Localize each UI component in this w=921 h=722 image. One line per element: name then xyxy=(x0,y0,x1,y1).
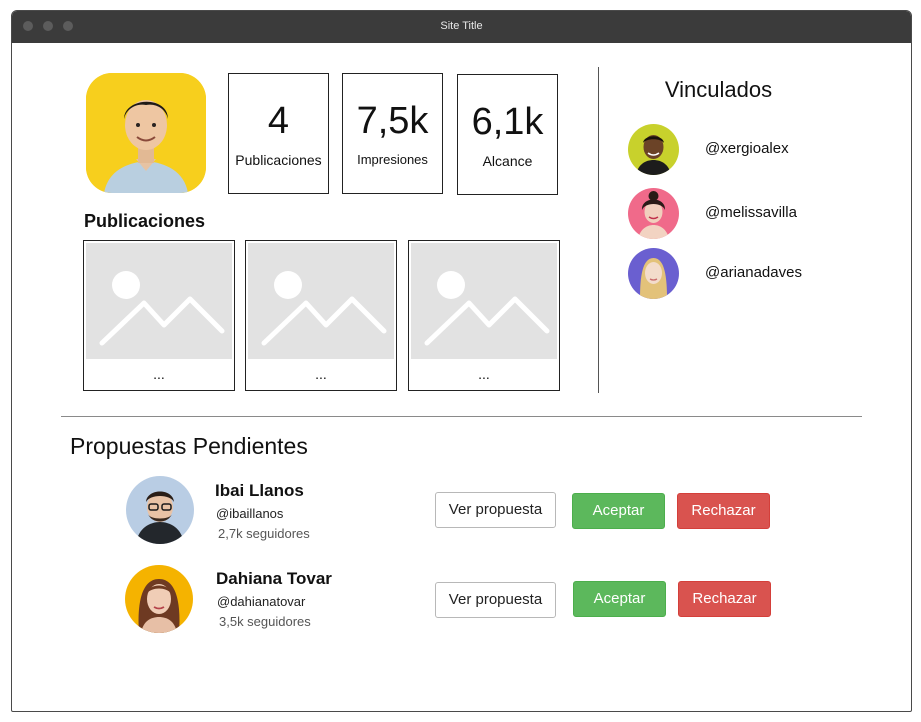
image-placeholder-icon xyxy=(248,243,394,359)
linked-user-handle: @melissavilla xyxy=(705,204,797,221)
accept-button[interactable]: Aceptar xyxy=(573,581,666,617)
vertical-divider xyxy=(598,67,599,393)
proposal-handle: @dahianatovar xyxy=(217,594,306,609)
person-avatar-icon xyxy=(125,565,193,633)
avatar xyxy=(628,188,679,239)
stat-label: Alcance xyxy=(482,153,533,169)
proposals-heading: Propuestas Pendientes xyxy=(70,433,308,459)
publications-heading: Publicaciones xyxy=(84,211,206,231)
proposal-followers: 3,5k seguidores xyxy=(219,614,311,629)
publication-card[interactable]: ... xyxy=(408,240,560,391)
avatar xyxy=(628,248,679,299)
publication-caption: ... xyxy=(153,366,165,382)
window-title: Site Title xyxy=(440,20,483,32)
person-avatar-icon xyxy=(628,188,679,239)
image-placeholder-icon xyxy=(86,243,232,359)
linked-user-handle: @xergioalex xyxy=(705,140,789,157)
publication-caption: ... xyxy=(315,366,327,382)
browser-window: Site Title 4 Publicaciones 7,5k Impresio… xyxy=(11,10,912,712)
person-avatar-icon xyxy=(628,124,679,175)
title-bar: Site Title xyxy=(12,11,911,43)
person-avatar-icon xyxy=(628,248,679,299)
stat-alcance: 6,1k Alcance xyxy=(457,74,558,195)
publication-caption: ... xyxy=(478,366,490,382)
stat-value: 7,5k xyxy=(356,100,429,142)
proposal-handle: @ibaillanos xyxy=(216,506,284,521)
section-divider xyxy=(61,416,862,417)
stat-label: Publicaciones xyxy=(235,152,322,168)
proposal-followers: 2,7k seguidores xyxy=(218,526,310,541)
person-avatar-icon xyxy=(86,73,206,193)
image-placeholder-icon xyxy=(411,243,557,359)
stat-value: 6,1k xyxy=(471,101,544,143)
stat-label: Impresiones xyxy=(357,152,428,167)
view-proposal-button[interactable]: Ver propuesta xyxy=(435,582,556,618)
proposal-name: Dahiana Tovar xyxy=(216,569,332,588)
linked-heading: Vinculados xyxy=(664,77,773,102)
person-avatar-icon xyxy=(126,476,194,544)
avatar xyxy=(126,476,194,544)
stat-value: 4 xyxy=(267,100,290,142)
publication-card[interactable]: ... xyxy=(245,240,397,391)
avatar xyxy=(628,124,679,175)
linked-user[interactable]: @melissavilla xyxy=(628,188,868,240)
linked-user[interactable]: @xergioalex xyxy=(628,124,868,176)
proposal-name: Ibai Llanos xyxy=(215,481,304,500)
reject-button[interactable]: Rechazar xyxy=(678,581,771,617)
view-proposal-button[interactable]: Ver propuesta xyxy=(435,492,556,528)
avatar xyxy=(125,565,193,633)
profile-avatar xyxy=(86,73,206,193)
publication-card[interactable]: ... xyxy=(83,240,235,391)
linked-user-handle: @arianadaves xyxy=(705,264,802,281)
stat-publicaciones: 4 Publicaciones xyxy=(228,73,329,194)
reject-button[interactable]: Rechazar xyxy=(677,493,770,529)
stat-impresiones: 7,5k Impresiones xyxy=(342,73,443,194)
accept-button[interactable]: Aceptar xyxy=(572,493,665,529)
linked-user[interactable]: @arianadaves xyxy=(628,248,868,300)
